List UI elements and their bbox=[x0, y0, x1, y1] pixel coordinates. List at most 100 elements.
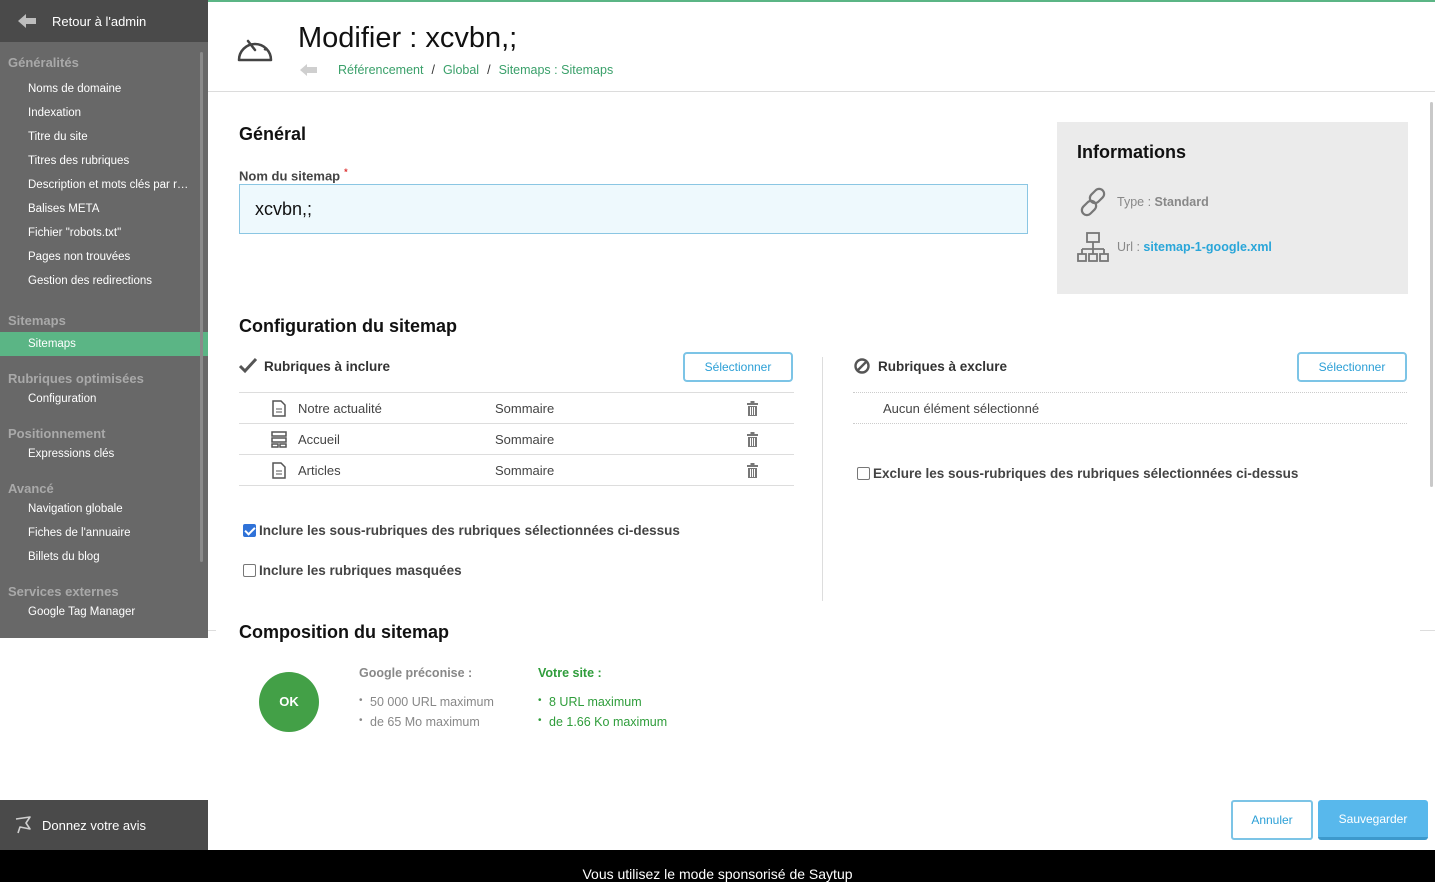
config-heading: Configuration du sitemap bbox=[239, 316, 457, 336]
sidebar-section-services-externes: Services externes bbox=[8, 584, 119, 599]
list-item: de 1.66 Ko maximum bbox=[538, 715, 667, 735]
checkbox-checked[interactable] bbox=[243, 524, 256, 537]
info-title: Informations bbox=[1077, 142, 1187, 162]
back-to-admin-label: Retour à l'admin bbox=[52, 13, 147, 29]
sidebar-item-redirections[interactable]: Gestion des redirections bbox=[0, 269, 208, 293]
sidebar-item-fiches-annuaire[interactable]: Fiches de l'annuaire bbox=[0, 521, 208, 545]
sidebar: Retour à l'admin Généralités Noms de dom… bbox=[0, 0, 208, 638]
info-url-row: Url : sitemap-1-google.xml bbox=[1077, 231, 1272, 263]
sidebar-item-indexation[interactable]: Indexation bbox=[0, 101, 208, 125]
sidebar-item-balises-meta[interactable]: Balises META bbox=[0, 197, 208, 221]
info-url-link[interactable]: sitemap-1-google.xml bbox=[1143, 240, 1272, 254]
list-item: Accueil Sommaire bbox=[239, 424, 794, 455]
sponsored-banner: Vous utilisez le mode sponsorisé de Sayt… bbox=[0, 850, 1435, 882]
breadcrumb-global[interactable]: Global bbox=[443, 63, 479, 77]
link-chain-icon bbox=[1077, 186, 1109, 218]
megaphone-icon bbox=[14, 815, 34, 835]
checkbox-unchecked[interactable] bbox=[857, 467, 870, 480]
info-panel: Informations Type : Standard Url: sitem… bbox=[1057, 122, 1408, 294]
row-type: Sommaire bbox=[495, 401, 555, 416]
include-hidden-checkbox[interactable]: Inclure les rubriques masquées bbox=[243, 563, 462, 578]
sidebar-item-titres-des-rubriques[interactable]: Titres des rubriques bbox=[0, 149, 208, 173]
site-title: Votre site : bbox=[538, 666, 602, 680]
sidebar-section-rubriques-optimisees: Rubriques optimisées bbox=[8, 371, 144, 386]
trash-icon[interactable] bbox=[746, 463, 759, 478]
row-type: Sommaire bbox=[495, 432, 555, 447]
include-subsections-checkbox[interactable]: Inclure les sous-rubriques des rubriques… bbox=[243, 523, 680, 538]
sidebar-scrollbar[interactable] bbox=[200, 52, 203, 562]
column-divider bbox=[822, 357, 823, 601]
sitemap-name-input[interactable] bbox=[239, 184, 1028, 234]
layout-icon bbox=[271, 431, 287, 448]
row-name: Accueil bbox=[298, 432, 340, 447]
include-list: Notre actualité Sommaire Accueil Sommair… bbox=[239, 392, 794, 486]
forbidden-icon bbox=[853, 357, 871, 375]
main-content: Général Nom du sitemap* Informations Typ… bbox=[208, 92, 1435, 850]
list-item: Articles Sommaire bbox=[239, 455, 794, 486]
gauge-icon bbox=[236, 30, 274, 64]
cancel-button[interactable]: Annuler bbox=[1231, 800, 1313, 840]
info-url-label: Url : bbox=[1117, 240, 1140, 254]
list-item: 8 URL maximum bbox=[538, 695, 667, 715]
sidebar-item-navigation-globale[interactable]: Navigation globale bbox=[0, 497, 208, 521]
site-stats: Votre site : 8 URL maximum de 1.66 Ko ma… bbox=[538, 666, 667, 735]
back-arrow-icon[interactable] bbox=[300, 64, 318, 76]
google-title: Google préconise : bbox=[359, 666, 473, 680]
general-heading: Général bbox=[239, 124, 307, 144]
sidebar-section-avance: Avancé bbox=[8, 481, 54, 496]
google-recommendation: Google préconise : 50 000 URL maximum de… bbox=[359, 666, 494, 735]
main-scrollbar[interactable] bbox=[1430, 102, 1433, 487]
page-header: Modifier : xcvbn,; Référencement / Globa… bbox=[208, 2, 1435, 92]
sitemap-tree-icon bbox=[1077, 231, 1109, 263]
trash-icon[interactable] bbox=[746, 401, 759, 416]
exclude-select-button[interactable]: Sélectionner bbox=[1297, 352, 1407, 382]
row-type: Sommaire bbox=[495, 463, 555, 478]
sidebar-item-sitemaps[interactable]: Sitemaps bbox=[0, 332, 208, 356]
sidebar-item-description-mots-cles[interactable]: Description et mots clés par rubrique bbox=[0, 173, 208, 197]
list-item: Notre actualité Sommaire bbox=[239, 393, 794, 424]
sidebar-section-sitemaps: Sitemaps bbox=[8, 313, 66, 328]
sidebar-item-pages-non-trouvees[interactable]: Pages non trouvées bbox=[0, 245, 208, 269]
sidebar-item-robots-txt[interactable]: Fichier "robots.txt" bbox=[0, 221, 208, 245]
breadcrumb-separator: / bbox=[431, 63, 435, 77]
sidebar-item-noms-de-domaine[interactable]: Noms de domaine bbox=[0, 77, 208, 101]
sidebar-item-titre-du-site[interactable]: Titre du site bbox=[0, 125, 208, 149]
include-select-button[interactable]: Sélectionner bbox=[683, 352, 793, 382]
list-item: de 65 Mo maximum bbox=[359, 715, 494, 735]
sidebar-item-configuration[interactable]: Configuration bbox=[0, 387, 208, 411]
exclude-heading: Rubriques à exclure bbox=[853, 357, 1007, 375]
required-marker: * bbox=[344, 167, 348, 177]
sidebar-section-positionnement: Positionnement bbox=[8, 426, 106, 441]
sidebar-item-billets-blog[interactable]: Billets du blog bbox=[0, 545, 208, 569]
sidebar-item-expressions-cles[interactable]: Expressions clés bbox=[0, 442, 208, 466]
page-icon bbox=[271, 400, 287, 417]
back-to-admin-button[interactable]: Retour à l'admin bbox=[0, 0, 208, 42]
status-badge: OK bbox=[259, 672, 319, 732]
sidebar-section-generalites: Généralités bbox=[8, 55, 79, 70]
sitemap-name-label: Nom du sitemap * bbox=[239, 167, 348, 184]
include-heading: Rubriques à inclure bbox=[238, 357, 390, 375]
page-title: Modifier : xcvbn,; bbox=[298, 22, 518, 54]
composition-heading: Composition du sitemap bbox=[239, 622, 450, 642]
sidebar-item-google-tag-manager[interactable]: Google Tag Manager bbox=[0, 600, 208, 624]
exclude-subsections-checkbox[interactable]: Exclure les sous-rubriques des rubriques… bbox=[857, 466, 1298, 481]
row-name: Notre actualité bbox=[298, 401, 382, 416]
info-type-row: Type : Standard bbox=[1077, 186, 1209, 218]
row-name: Articles bbox=[298, 463, 341, 478]
save-button[interactable]: Sauvegarder bbox=[1318, 800, 1428, 840]
breadcrumb-separator: / bbox=[487, 63, 491, 77]
exclude-empty-message: Aucun élément sélectionné bbox=[853, 392, 1407, 424]
info-type-value: Standard bbox=[1154, 195, 1209, 209]
info-type-label: Type : bbox=[1117, 195, 1152, 209]
list-item: 50 000 URL maximum bbox=[359, 695, 494, 715]
breadcrumb: Référencement / Global / Sitemaps : Site… bbox=[300, 63, 613, 77]
breadcrumb-sitemaps[interactable]: Sitemaps : Sitemaps bbox=[499, 63, 614, 77]
checkbox-unchecked[interactable] bbox=[243, 564, 256, 577]
arrow-left-icon bbox=[18, 14, 36, 28]
feedback-button[interactable]: Donnez votre avis bbox=[0, 800, 208, 850]
trash-icon[interactable] bbox=[746, 432, 759, 447]
feedback-label: Donnez votre avis bbox=[42, 817, 147, 833]
breadcrumb-referencement[interactable]: Référencement bbox=[338, 63, 423, 77]
check-icon bbox=[238, 357, 258, 375]
page-icon bbox=[271, 462, 287, 479]
